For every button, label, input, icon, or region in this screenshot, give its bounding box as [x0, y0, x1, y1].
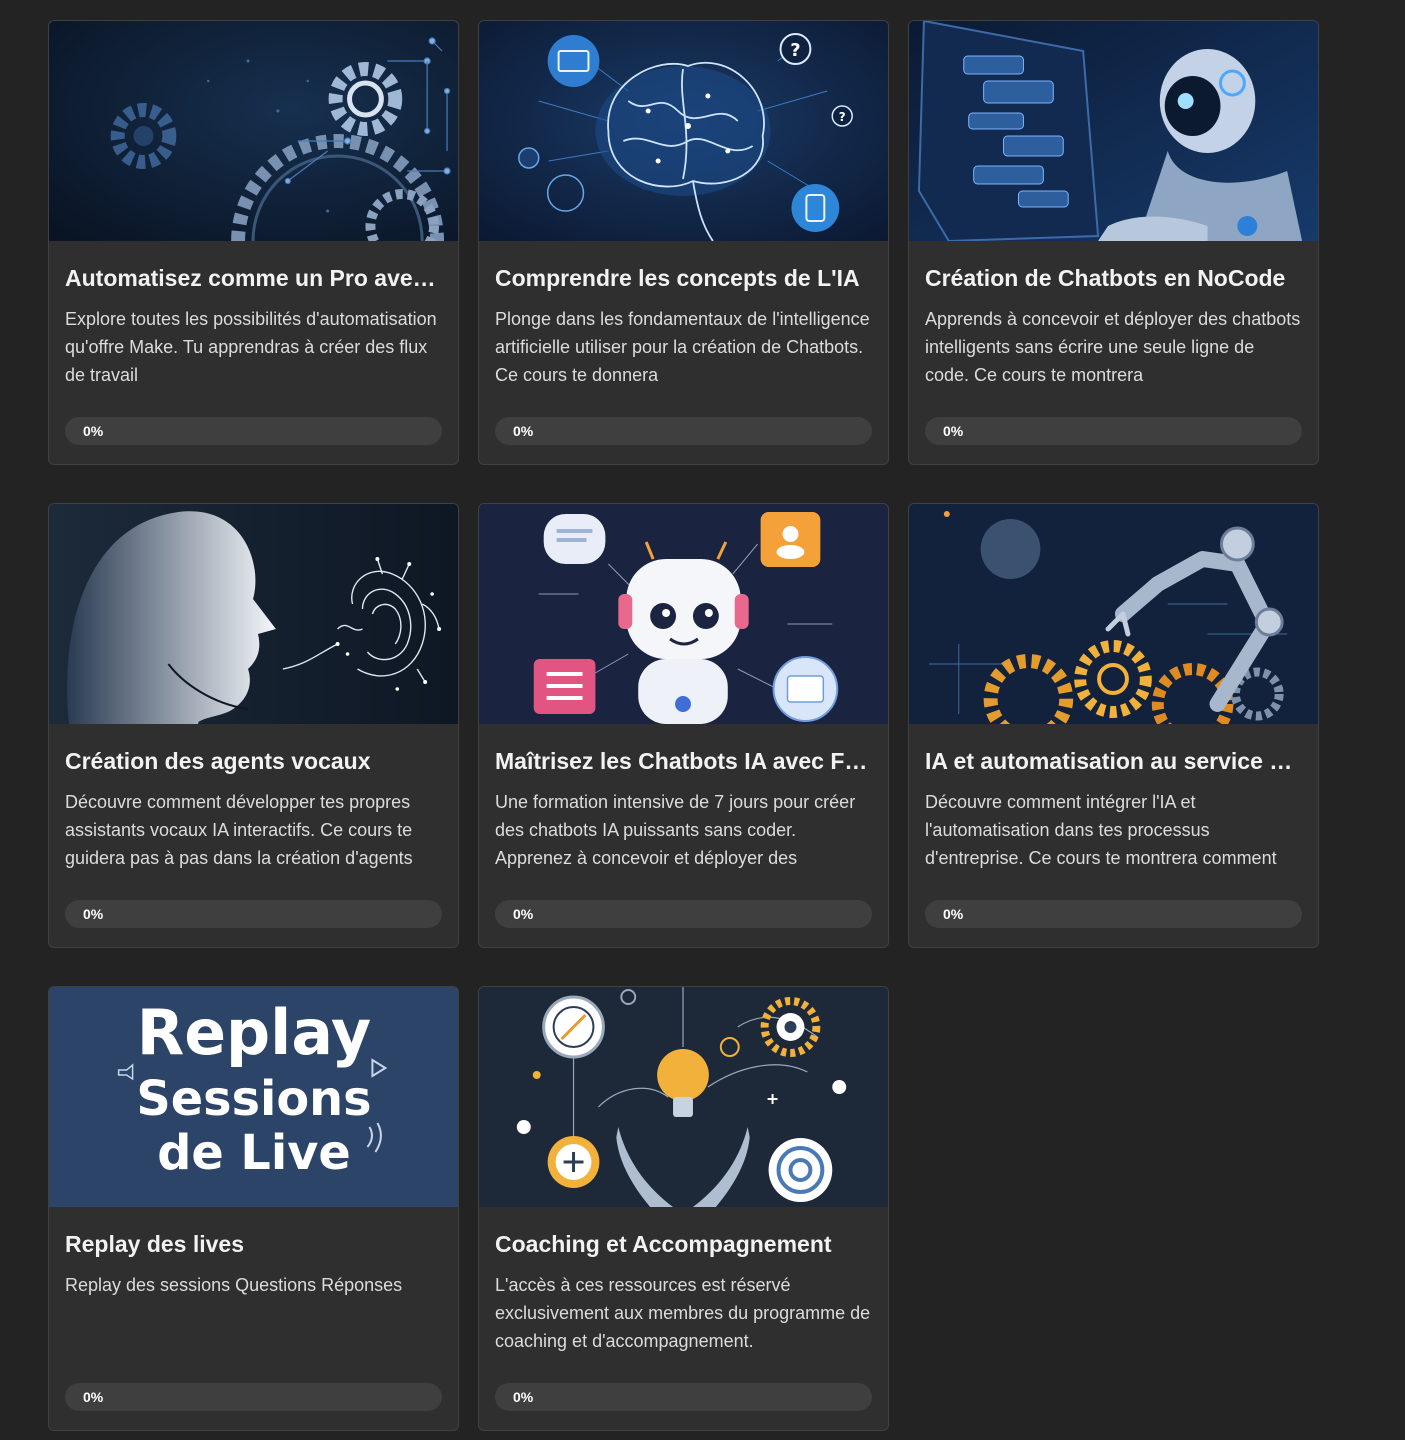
course-card[interactable]: IA et automatisation au service de... Dé…: [908, 503, 1319, 948]
course-description: L'accès à ces ressources est réservé exc…: [495, 1275, 871, 1351]
course-description: Replay des sessions Questions Réponses: [65, 1275, 403, 1295]
course-title[interactable]: Automatisez comme un Pro avec ...: [65, 263, 442, 293]
progress-bar: 0%: [925, 900, 1302, 928]
course-card[interactable]: Coaching et Accompagnement L'accès à ces…: [478, 986, 889, 1431]
progress-label: 0%: [83, 423, 104, 439]
course-thumbnail[interactable]: [479, 987, 888, 1207]
progress-bar: 0%: [65, 1383, 442, 1411]
progress-bar: 0%: [65, 417, 442, 445]
course-thumbnail[interactable]: [909, 21, 1318, 241]
course-title[interactable]: Création des agents vocaux: [65, 746, 442, 776]
svg-text:?: ?: [839, 110, 846, 124]
course-thumbnail[interactable]: ? ?: [479, 21, 888, 241]
course-thumbnail[interactable]: [49, 504, 458, 724]
course-title[interactable]: Coaching et Accompagnement: [495, 1229, 872, 1259]
course-card[interactable]: Replay Sessions de Live Replay des lives…: [48, 986, 459, 1431]
course-thumbnail[interactable]: Replay Sessions de Live: [49, 987, 458, 1207]
progress-bar: 0%: [495, 900, 872, 928]
progress-bar: 0%: [495, 417, 872, 445]
coaching-lightbulb-icon: [479, 987, 888, 1207]
course-description: Explore toutes les possibilités d'automa…: [65, 309, 437, 385]
svg-text:?: ?: [790, 40, 800, 61]
course-card[interactable]: Maîtrisez les Chatbots IA avec Flo... Un…: [478, 503, 889, 948]
cute-robot-icon: [479, 504, 888, 724]
course-title[interactable]: IA et automatisation au service de...: [925, 746, 1302, 776]
course-description: Une formation intensive de 7 jours pour …: [495, 792, 856, 868]
replay-banner-icon: Replay Sessions de Live: [49, 987, 458, 1207]
progress-bar: 0%: [925, 417, 1302, 445]
progress-label: 0%: [83, 906, 104, 922]
course-description: Découvre comment développer tes propres …: [65, 792, 413, 868]
course-card[interactable]: Automatisez comme un Pro avec ... Explor…: [48, 20, 459, 465]
course-card[interactable]: Création des agents vocaux Découvre comm…: [48, 503, 459, 948]
course-description: Plonge dans les fondamentaux de l'intell…: [495, 309, 870, 385]
course-grid: Automatisez comme un Pro avec ... Explor…: [48, 20, 1319, 1431]
brain-network-icon: ? ?: [479, 21, 888, 241]
course-thumbnail[interactable]: [479, 504, 888, 724]
progress-label: 0%: [943, 423, 964, 439]
course-title[interactable]: Comprendre les concepts de L'IA: [495, 263, 872, 293]
replay-banner-line-3: de Live: [157, 1126, 351, 1181]
progress-label: 0%: [513, 906, 534, 922]
progress-bar: 0%: [65, 900, 442, 928]
course-title[interactable]: Création de Chatbots en NoCode: [925, 263, 1302, 293]
course-description: Apprends à concevoir et déployer des cha…: [925, 309, 1301, 385]
course-description: Découvre comment intégrer l'IA et l'auto…: [925, 792, 1277, 868]
course-thumbnail[interactable]: [49, 21, 458, 241]
progress-bar: 0%: [495, 1383, 872, 1411]
replay-banner-line-2: Sessions: [136, 1072, 371, 1127]
course-card[interactable]: ? ? Comprendre les concepts de L'IA Plon…: [478, 20, 889, 465]
robot-arm-gears-icon: [909, 504, 1318, 724]
gears-circuit-icon: [49, 21, 458, 241]
progress-label: 0%: [513, 423, 534, 439]
progress-label: 0%: [943, 906, 964, 922]
robot-screen-icon: [909, 21, 1318, 241]
voice-head-icon: [49, 504, 458, 724]
course-title[interactable]: Maîtrisez les Chatbots IA avec Flo...: [495, 746, 872, 776]
course-card[interactable]: Création de Chatbots en NoCode Apprends …: [908, 20, 1319, 465]
replay-banner-line-1: Replay: [137, 997, 372, 1069]
course-thumbnail[interactable]: [909, 504, 1318, 724]
progress-label: 0%: [513, 1389, 534, 1405]
course-title[interactable]: Replay des lives: [65, 1229, 442, 1259]
progress-label: 0%: [83, 1389, 104, 1405]
